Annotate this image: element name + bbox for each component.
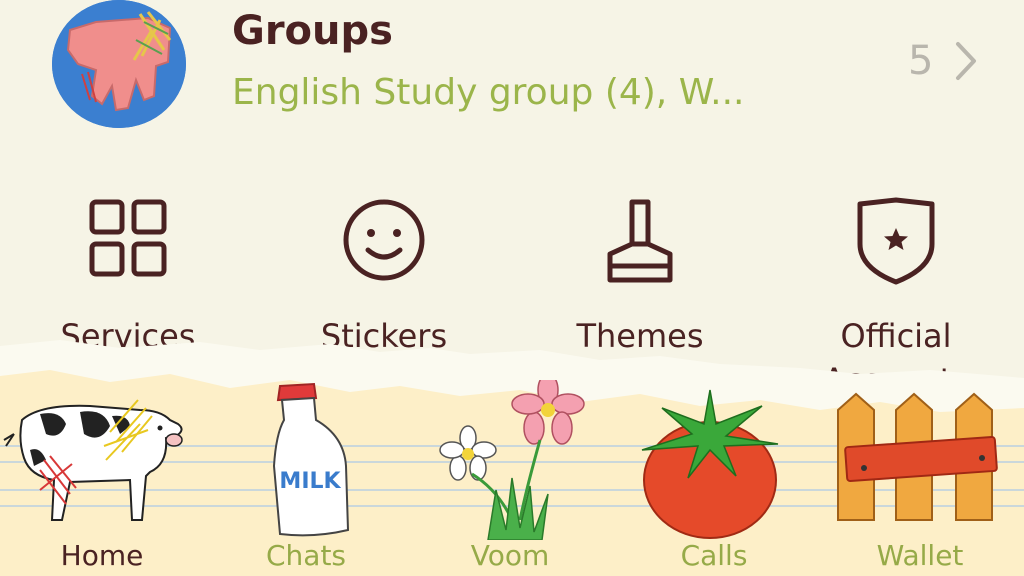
tomato-icon xyxy=(641,389,779,539)
groups-count: 5 xyxy=(908,38,934,84)
tab-voom[interactable]: Voom xyxy=(408,380,612,576)
tab-label-home: Home xyxy=(60,539,144,572)
hand-drawing-avatar-icon xyxy=(52,0,186,128)
tab-home[interactable]: Home xyxy=(0,380,204,576)
brush-icon xyxy=(607,199,673,283)
tab-label-chats: Chats xyxy=(265,539,347,572)
chevron-right-icon[interactable] xyxy=(950,38,980,84)
groups-title: Groups xyxy=(232,8,393,54)
milk-bottle-icon: MILK xyxy=(272,382,350,537)
tab-label-voom: Voom xyxy=(470,539,550,572)
milk-bottle-label: MILK xyxy=(279,469,341,494)
flowers-icon xyxy=(439,380,585,540)
shield-star-icon xyxy=(857,197,935,285)
tab-chats[interactable]: MILK Chats xyxy=(204,380,408,576)
groups-avatar xyxy=(52,0,186,128)
grid-icon xyxy=(89,199,167,277)
tab-wallet[interactable]: Wallet xyxy=(816,380,1024,576)
tab-calls[interactable]: Calls xyxy=(612,380,816,576)
smiley-icon xyxy=(343,199,425,281)
tab-label-wallet: Wallet xyxy=(876,539,964,572)
groups-subtitle: English Study group (4), W... xyxy=(232,72,745,113)
cow-icon xyxy=(3,399,183,521)
tab-label-calls: Calls xyxy=(680,539,748,572)
tab-bar: Home MILK Chats Voom Calls Wallet xyxy=(0,380,1024,576)
groups-row[interactable]: Groups English Study group (4), W... 5 xyxy=(0,0,1024,140)
fence-icon xyxy=(837,392,998,521)
